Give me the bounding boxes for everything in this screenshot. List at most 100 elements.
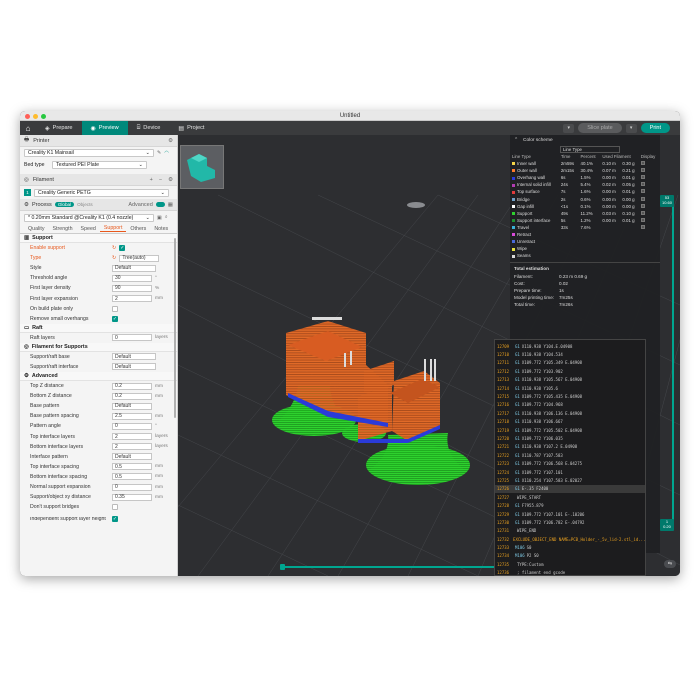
bed-type-select[interactable]: Textured PEI Plate ⌄ bbox=[52, 161, 147, 169]
print-dropdown[interactable]: ▾ bbox=[625, 123, 637, 133]
project-icon: ▤ bbox=[178, 125, 185, 132]
settings-scrollbar[interactable] bbox=[174, 238, 176, 418]
plate-thumbnail[interactable] bbox=[180, 145, 224, 189]
window-title: Untitled bbox=[339, 112, 361, 119]
edit-icon[interactable]: ✎ bbox=[157, 150, 161, 156]
raft-layers-input[interactable]: 0 bbox=[112, 334, 152, 342]
advanced-setting-row: Pattern angle 0 ° bbox=[30, 422, 157, 430]
advanced-setting-input[interactable]: 2 bbox=[112, 433, 152, 441]
enable-support-checkbox[interactable]: ✓ bbox=[119, 245, 126, 252]
advanced-setting-input[interactable]: 2 bbox=[112, 443, 152, 451]
add-filament-button[interactable]: + bbox=[150, 177, 153, 183]
tab-strength[interactable]: Strength bbox=[49, 226, 77, 232]
chevron-up-icon[interactable]: ⌃ bbox=[514, 138, 518, 143]
first-layer-expansion-input[interactable]: 2 bbox=[112, 295, 152, 303]
global-toggle[interactable]: Global bbox=[54, 202, 75, 207]
printer-section-header[interactable]: 🖶 Printer ⚙ bbox=[20, 135, 177, 147]
advanced-setting-input[interactable]: Default bbox=[112, 453, 152, 461]
reset-icon[interactable]: ↻ bbox=[112, 245, 116, 251]
gcode-line: 12723 G1 X109.772 Y106.568 E.04275 bbox=[497, 461, 583, 467]
support-base-filament-select[interactable]: Default bbox=[112, 353, 156, 361]
search-icon[interactable]: ⌕ bbox=[165, 214, 168, 221]
tab-others[interactable]: Others bbox=[126, 226, 150, 232]
chevron-down-icon: ⌄ bbox=[160, 189, 165, 196]
display-checkbox[interactable] bbox=[640, 217, 645, 222]
support-type-select[interactable]: Tree(auto) bbox=[119, 254, 160, 262]
tab-project[interactable]: ▤ Project bbox=[169, 121, 213, 135]
independent-layer-height-checkbox[interactable]: ✓ bbox=[112, 516, 118, 523]
display-checkbox[interactable] bbox=[640, 189, 645, 194]
display-checkbox[interactable] bbox=[640, 182, 645, 187]
dont-support-bridges-checkbox[interactable] bbox=[112, 504, 118, 511]
advanced-setting-input[interactable]: 0.5 bbox=[112, 463, 152, 471]
gcode-viewer[interactable]: 12709 G1 X110.938 Y104.E.04908 12710 G1 X110.… bbox=[494, 339, 646, 576]
on-build-plate-checkbox[interactable] bbox=[112, 305, 118, 312]
tab-device[interactable]: ⌸ Device bbox=[128, 121, 170, 135]
settings-scroll-area[interactable]: ▥ Support Enable support ↻ ✓ Type ↻ Tree(auto… bbox=[20, 234, 177, 534]
gcode-line: 12712 G1 X109.772 Y103.902 bbox=[497, 368, 563, 374]
print-button[interactable]: Print bbox=[640, 123, 670, 133]
color-scheme-select[interactable]: Line Type bbox=[560, 146, 620, 153]
support-interface-filament-select[interactable]: Default bbox=[112, 363, 156, 371]
minimize-window-button[interactable] bbox=[33, 114, 38, 119]
layer-slider-bottom-handle[interactable]: 1 0.20 bbox=[660, 519, 674, 531]
process-preset-select[interactable]: * 0.20mm Standard @Creality K1 (0.4 nozz… bbox=[24, 213, 154, 222]
gcode-line: 12733 M106 S0 bbox=[497, 545, 532, 551]
gcode-line: 12727 WIPE_START bbox=[497, 494, 542, 500]
slice-plate-button[interactable]: Slice plate bbox=[578, 123, 622, 133]
gear-icon[interactable]: ⚙ bbox=[168, 177, 173, 183]
advanced-setting-input[interactable]: 0 bbox=[112, 483, 152, 491]
tab-speed[interactable]: Speed bbox=[77, 226, 100, 232]
tab-notes[interactable]: Notes bbox=[150, 226, 172, 232]
advanced-setting-input[interactable]: 2.5 bbox=[112, 412, 152, 420]
tab-prepare[interactable]: ◈ Prepare bbox=[36, 121, 82, 135]
wifi-icon[interactable]: ◠ bbox=[164, 150, 169, 156]
home-icon[interactable]: ⌂ bbox=[20, 121, 36, 135]
compare-icon[interactable]: ▦ bbox=[168, 202, 173, 208]
advanced-setting-input[interactable]: Default bbox=[112, 402, 152, 410]
advanced-setting-input[interactable]: 0.2 bbox=[112, 392, 152, 400]
advanced-setting-input[interactable]: 0.2 bbox=[112, 382, 152, 390]
objects-toggle[interactable]: Objects bbox=[77, 202, 93, 207]
printer-select[interactable]: Creality K1 Mainsail ⌄ bbox=[24, 149, 154, 157]
gcode-line: 12709 G1 X110.938 Y104.E.04908 bbox=[497, 343, 573, 349]
zoom-window-button[interactable] bbox=[41, 114, 46, 119]
advanced-setting-input[interactable]: 0.35 bbox=[112, 493, 152, 501]
advanced-setting-input[interactable]: 0 bbox=[112, 422, 152, 430]
legend-row: Unretract bbox=[510, 238, 660, 245]
filament-section-header[interactable]: ◎ Filament + − ⚙ bbox=[20, 174, 177, 186]
display-checkbox[interactable] bbox=[640, 168, 645, 173]
display-checkbox[interactable] bbox=[640, 196, 645, 201]
slice-dropdown[interactable]: ▾ bbox=[563, 123, 575, 133]
remove-filament-button[interactable]: − bbox=[159, 177, 162, 183]
display-checkbox[interactable] bbox=[640, 175, 645, 180]
gear-icon[interactable]: ⚙ bbox=[168, 138, 173, 144]
color-scheme-header[interactable]: ⌃ Color scheme bbox=[510, 135, 660, 146]
estimation-row: Filament: 0.23 m 0.69 g bbox=[514, 274, 588, 280]
tab-preview[interactable]: ◉ Preview bbox=[81, 121, 128, 135]
close-window-button[interactable] bbox=[25, 114, 30, 119]
gcode-line: 12710 G1 X110.938 Y104.534 bbox=[497, 352, 563, 358]
reset-icon[interactable]: ↻ bbox=[112, 255, 116, 261]
advanced-setting-input[interactable]: 0.5 bbox=[112, 473, 152, 481]
display-checkbox[interactable] bbox=[640, 161, 645, 166]
remove-small-overhangs-checkbox[interactable]: ✓ bbox=[112, 315, 118, 322]
tab-quality[interactable]: Quality bbox=[24, 226, 49, 232]
support-style-select[interactable]: Default bbox=[112, 264, 156, 272]
title-bar: Untitled bbox=[20, 111, 680, 121]
line-type-table: Line Type Time Percent Used Filament Dis… bbox=[510, 153, 660, 259]
display-checkbox[interactable] bbox=[640, 210, 645, 215]
gcode-line: 12716 G1 X109.772 Y104.968 bbox=[497, 402, 563, 408]
threshold-angle-input[interactable]: 30 bbox=[112, 274, 152, 282]
first-layer-density-input[interactable]: 90 bbox=[112, 284, 152, 292]
layer-slider-top-handle[interactable]: 53 10.60 bbox=[660, 195, 674, 207]
advanced-toggle[interactable] bbox=[155, 202, 165, 207]
settings-toggle-icon[interactable]: ⇆ bbox=[664, 560, 676, 568]
layer-slider[interactable]: 53 10.60 1 0.20 bbox=[660, 195, 677, 535]
display-checkbox[interactable] bbox=[640, 203, 645, 208]
display-checkbox[interactable] bbox=[640, 224, 645, 229]
gcode-line: 12715 G1 X109.772 Y105.435 E.04908 bbox=[497, 394, 583, 400]
save-icon[interactable]: ▣ bbox=[157, 215, 162, 221]
tab-support[interactable]: Support bbox=[99, 225, 127, 232]
filament-select[interactable]: Creality Generic PETG ⌄ bbox=[34, 188, 169, 197]
